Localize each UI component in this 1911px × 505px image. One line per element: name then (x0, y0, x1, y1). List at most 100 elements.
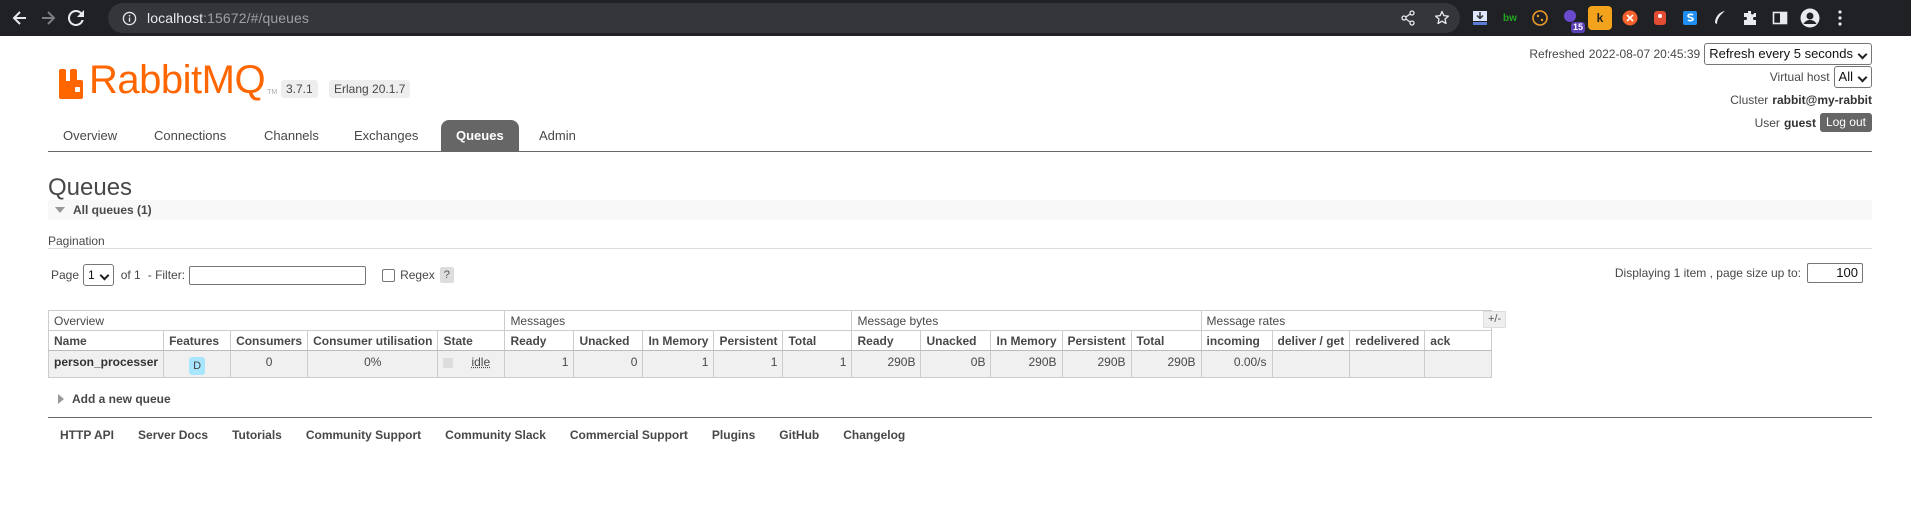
virtual-host-select[interactable]: All (1833, 65, 1872, 88)
tab-connections[interactable]: Connections (139, 120, 241, 151)
queue-state-text: idle (471, 355, 491, 369)
footer-link-http-api[interactable]: HTTP API (60, 428, 114, 442)
rate-incoming-value: 0.00/s (1200, 350, 1273, 378)
queue-consumers: 0 (230, 350, 309, 378)
displaying-label: Displaying 1 item , page size up to: (1614, 266, 1801, 280)
refresh-interval-select[interactable]: Refresh every 5 seconds (1704, 42, 1872, 65)
col-rate-incoming[interactable]: incoming (1200, 330, 1273, 351)
queue-name-link[interactable]: person_processer (47, 350, 165, 378)
refreshed-time: 2022-08-07 20:45:39 (1588, 46, 1701, 61)
info-icon[interactable] (121, 10, 137, 26)
durable-feature-badge: D (189, 357, 206, 375)
col-bytes-ready[interactable]: Ready (851, 330, 922, 351)
messages-persistent-value: 1 (713, 350, 784, 378)
extension-red-icon[interactable] (1648, 6, 1672, 30)
column-toggle-button[interactable]: +/- (1483, 311, 1507, 328)
browser-toolbar: localhost:15672/#/queues bw 15 k (0, 0, 1911, 36)
footer-link-github[interactable]: GitHub (779, 428, 819, 442)
col-messages-in-memory[interactable]: In Memory (642, 330, 715, 351)
col-messages-persistent[interactable]: Persistent (713, 330, 784, 351)
extension-s-icon[interactable] (1678, 6, 1702, 30)
url-text[interactable]: localhost:15672/#/queues (147, 10, 309, 26)
col-bytes-unacked[interactable]: Unacked (920, 330, 992, 351)
back-button[interactable] (8, 6, 32, 30)
reload-button[interactable] (64, 6, 88, 30)
address-bar[interactable]: localhost:15672/#/queues (108, 3, 1460, 33)
tab-queues[interactable]: Queues (441, 120, 519, 151)
add-queue-toggle[interactable]: Add a new queue (58, 392, 171, 406)
queue-consumer-utilisation: 0% (307, 350, 439, 378)
tab-admin[interactable]: Admin (524, 120, 591, 151)
messages-ready-value: 1 (504, 350, 575, 378)
rabbitmq-logo[interactable]: RabbitMQ TM (58, 60, 277, 100)
virtual-host-label: Virtual host (1769, 69, 1830, 84)
bytes-in-memory-value: 290B (990, 350, 1063, 378)
col-messages-ready[interactable]: Ready (504, 330, 575, 351)
col-bytes-persistent[interactable]: Persistent (1061, 330, 1132, 351)
page-title: Queues (48, 174, 133, 201)
pagination-label[interactable]: Pagination (48, 234, 105, 248)
footer-link-plugins[interactable]: Plugins (712, 428, 755, 442)
logo-trademark: TM (267, 89, 278, 96)
col-messages-unacked[interactable]: Unacked (573, 330, 644, 351)
col-rate-redelivered[interactable]: redelivered (1349, 330, 1426, 351)
extension-k-icon[interactable]: k (1588, 6, 1612, 30)
footer-link-tutorials[interactable]: Tutorials (232, 428, 282, 442)
page-size-input[interactable]: 100 (1807, 263, 1863, 283)
footer-link-community-support[interactable]: Community Support (306, 428, 421, 442)
queue-state: idle (437, 350, 506, 378)
col-messages-total[interactable]: Total (782, 330, 853, 351)
tab-channels[interactable]: Channels (249, 120, 334, 151)
messages-in-memory-value: 1 (642, 350, 715, 378)
side-panel-icon[interactable] (1768, 6, 1792, 30)
rabbitmq-logo-icon (59, 69, 83, 99)
tab-divider (48, 151, 1872, 152)
table-row[interactable]: person_processer D 0 0% idle 1 0 1 1 1 2… (47, 350, 1493, 378)
pagination-controls: Page 1 of 1 - Filter: Regex ? (51, 264, 454, 286)
kebab-menu-icon[interactable] (1828, 6, 1852, 30)
filter-input[interactable] (189, 265, 367, 285)
arrow-left-icon (12, 11, 26, 25)
all-queues-toggle[interactable]: All queues (1) (48, 200, 1872, 220)
footer-link-commercial-support[interactable]: Commercial Support (570, 428, 688, 442)
col-consumers[interactable]: Consumers (230, 330, 309, 351)
col-name[interactable]: Name (47, 330, 165, 351)
forward-button[interactable] (36, 6, 60, 30)
puzzle-icon[interactable] (1738, 6, 1762, 30)
profile-avatar-icon[interactable] (1798, 6, 1822, 30)
state-indicator-icon (443, 357, 454, 368)
group-message-bytes: Message bytes (851, 310, 1202, 331)
extension-orange-icon[interactable] (1618, 6, 1642, 30)
share-icon[interactable] (1396, 6, 1420, 30)
tab-exchanges[interactable]: Exchanges (339, 120, 433, 151)
page-size-control: Displaying 1 item , page size up to: 100 (1615, 263, 1863, 283)
bytes-persistent-value: 290B (1061, 350, 1132, 378)
col-state[interactable]: State (437, 330, 506, 351)
bytes-total-value: 290B (1130, 350, 1202, 378)
extension-counter-icon[interactable]: 15 (1558, 6, 1585, 33)
regex-checkbox[interactable] (382, 268, 396, 282)
bookmark-star-icon[interactable] (1430, 6, 1454, 30)
col-rate-deliver-get[interactable]: deliver / get (1271, 330, 1351, 351)
footer-link-server-docs[interactable]: Server Docs (138, 428, 208, 442)
extension-cookie-icon[interactable] (1528, 6, 1552, 30)
tab-overview[interactable]: Overview (48, 120, 132, 151)
col-consumer-utilisation[interactable]: Consumer utilisation (307, 330, 439, 351)
col-rate-ack[interactable]: ack (1424, 330, 1493, 351)
page-select[interactable]: 1 (83, 264, 114, 286)
page-label: Page (51, 268, 80, 282)
all-queues-title: All queues (1) (73, 203, 152, 217)
messages-total-value: 1 (782, 350, 853, 378)
extension-bw-icon[interactable]: bw (1498, 6, 1522, 30)
group-overview: Overview (47, 310, 506, 331)
group-message-rates: Message rates (1200, 310, 1493, 331)
footer-link-community-slack[interactable]: Community Slack (445, 428, 546, 442)
col-bytes-total[interactable]: Total (1130, 330, 1202, 351)
extension-download-icon[interactable] (1468, 6, 1492, 30)
col-bytes-in-memory[interactable]: In Memory (990, 330, 1063, 351)
regex-help-button[interactable]: ? (439, 267, 454, 283)
extension-feather-icon[interactable] (1708, 6, 1732, 30)
queue-features: D (163, 350, 232, 378)
footer-link-changelog[interactable]: Changelog (843, 428, 905, 442)
version-badge: 3.7.1 (281, 80, 318, 98)
